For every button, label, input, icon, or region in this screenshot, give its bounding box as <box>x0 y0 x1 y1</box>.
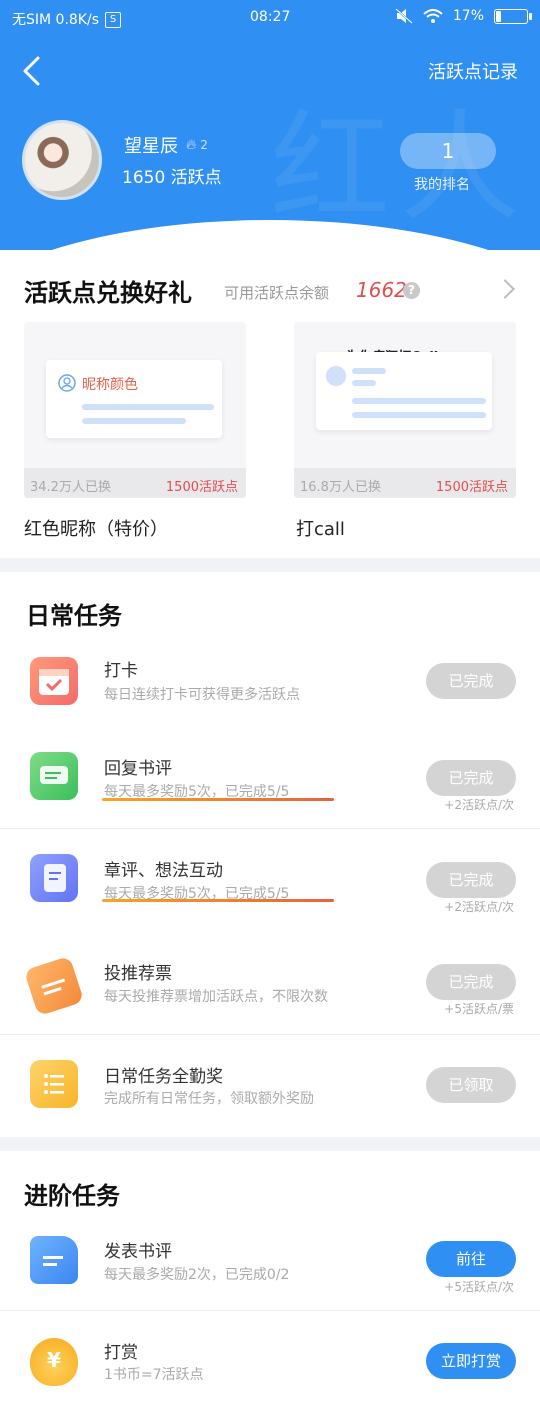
status-right: 17% <box>395 8 532 24</box>
task-title: 发表书评 <box>104 1242 172 1262</box>
fire-icon: 🔥︎ <box>186 137 197 153</box>
gift-footer: 34.2万人已换 1500活跃点 <box>24 468 246 498</box>
status-bar: 无SIM 0.8K/s S 08:27 17% <box>0 0 540 36</box>
mute-icon <box>395 8 413 24</box>
task-reward: +2活跃点/次 <box>444 900 514 914</box>
gift-price: 1500活跃点 <box>435 480 508 495</box>
placeholder-line <box>352 412 486 418</box>
activity-record-link[interactable]: 活跃点记录 <box>428 58 518 84</box>
placeholder-line <box>352 380 376 386</box>
task-reward: +5活跃点/次 <box>444 1280 514 1294</box>
placeholder-line <box>352 398 486 404</box>
gift-sold-count: 16.8万人已换 <box>300 480 381 495</box>
task-status-button[interactable]: 已完成 <box>426 663 516 699</box>
task-title: 打赏 <box>104 1343 138 1363</box>
task-desc: 每天最多奖励2次，已完成0/2 <box>104 1267 290 1283</box>
gift-card-call[interactable]: 为你疯狂打Call 16.8万人已换 1500活跃点 <box>294 322 516 498</box>
balance-value: 1662 <box>356 278 407 302</box>
checklist-icon <box>30 1060 78 1108</box>
highlight-underline <box>102 798 334 801</box>
task-desc: 1书币=7活跃点 <box>104 1367 204 1383</box>
gift-footer: 16.8万人已换 1500活跃点 <box>294 468 516 498</box>
money-bag-icon: ¥ <box>30 1338 78 1386</box>
daily-tasks-title: 日常任务 <box>26 601 122 630</box>
placeholder-line <box>352 368 386 374</box>
exchange-title: 活跃点兑换好礼 <box>24 278 192 307</box>
notes-stack-icon <box>30 854 78 902</box>
fire-level: 2 <box>200 138 208 152</box>
task-title: 日常任务全勤奖 <box>104 1067 223 1087</box>
row-divider <box>0 828 540 829</box>
gift-sold-count: 34.2万人已换 <box>30 480 111 495</box>
balance-label: 可用活跃点余额 <box>224 284 330 302</box>
go-button[interactable]: 前往 <box>426 1241 516 1277</box>
placeholder-line <box>82 404 214 410</box>
rank-label: 我的排名 <box>414 177 470 193</box>
avatar-placeholder-icon <box>326 366 346 386</box>
status-left: 无SIM 0.8K/s S <box>12 9 122 29</box>
battery-icon <box>494 8 532 24</box>
section-divider <box>0 1137 540 1151</box>
gift-name[interactable]: 打call <box>296 515 345 541</box>
task-reward: +2活跃点/次 <box>444 798 514 812</box>
help-icon[interactable]: ? <box>403 282 420 299</box>
ticket-icon <box>23 955 85 1017</box>
gift-card-nickname-color[interactable]: 昵称颜色 34.2万人已换 1500活跃点 <box>24 322 246 498</box>
task-title: 投推荐票 <box>104 964 172 984</box>
placeholder-line <box>82 418 186 424</box>
chat-bubbles-icon <box>30 752 78 800</box>
gift-preview: 昵称颜色 <box>46 360 222 438</box>
chevron-left-icon <box>23 56 40 86</box>
task-desc: 每日连续打卡可获得更多活跃点 <box>104 687 300 703</box>
gift-price: 1500活跃点 <box>165 480 238 495</box>
user-name-row: 望星辰 🔥︎ 2 <box>124 132 208 158</box>
wifi-icon <box>423 8 443 23</box>
tip-button[interactable]: 立即打赏 <box>426 1343 516 1379</box>
task-status-button[interactable]: 已完成 <box>426 964 516 1000</box>
calendar-check-icon <box>30 657 78 705</box>
task-status-button[interactable]: 已完成 <box>426 862 516 898</box>
yen-symbol: ¥ <box>47 1348 61 1372</box>
task-status-button[interactable]: 已完成 <box>426 760 516 796</box>
status-time: 08:27 <box>250 9 291 25</box>
sim-badge-icon: S <box>105 12 122 28</box>
user-name: 望星辰 <box>124 136 178 157</box>
chevron-right-icon[interactable] <box>495 279 515 299</box>
gift-preview <box>316 352 492 430</box>
task-status-button[interactable]: 已领取 <box>426 1067 516 1103</box>
user-icon <box>58 374 76 392</box>
highlight-underline <box>102 899 334 902</box>
gift-preview-text: 昵称颜色 <box>82 377 138 393</box>
task-reward: +5活跃点/票 <box>444 1002 514 1016</box>
task-desc: 完成所有日常任务，领取额外奖励 <box>104 1091 314 1107</box>
advanced-tasks-title: 进阶任务 <box>24 1181 120 1210</box>
battery-percent: 17% <box>452 8 484 24</box>
battery-fill <box>496 10 501 22</box>
row-divider <box>0 1034 540 1035</box>
network-status: 无SIM 0.8K/s <box>12 12 100 28</box>
rank-button[interactable]: 1 <box>400 133 496 169</box>
section-divider <box>0 558 540 572</box>
task-title: 章评、想法互动 <box>104 861 223 881</box>
user-points: 1650 活跃点 <box>122 168 222 188</box>
avatar[interactable] <box>22 120 102 200</box>
task-title: 回复书评 <box>104 759 172 779</box>
back-button[interactable] <box>18 54 48 88</box>
task-title: 打卡 <box>104 661 138 681</box>
row-divider <box>0 1310 540 1311</box>
gift-name[interactable]: 红色昵称（特价） <box>24 515 168 541</box>
document-icon <box>30 1236 78 1284</box>
task-desc: 每天投推荐票增加活跃点，不限次数 <box>104 989 328 1005</box>
